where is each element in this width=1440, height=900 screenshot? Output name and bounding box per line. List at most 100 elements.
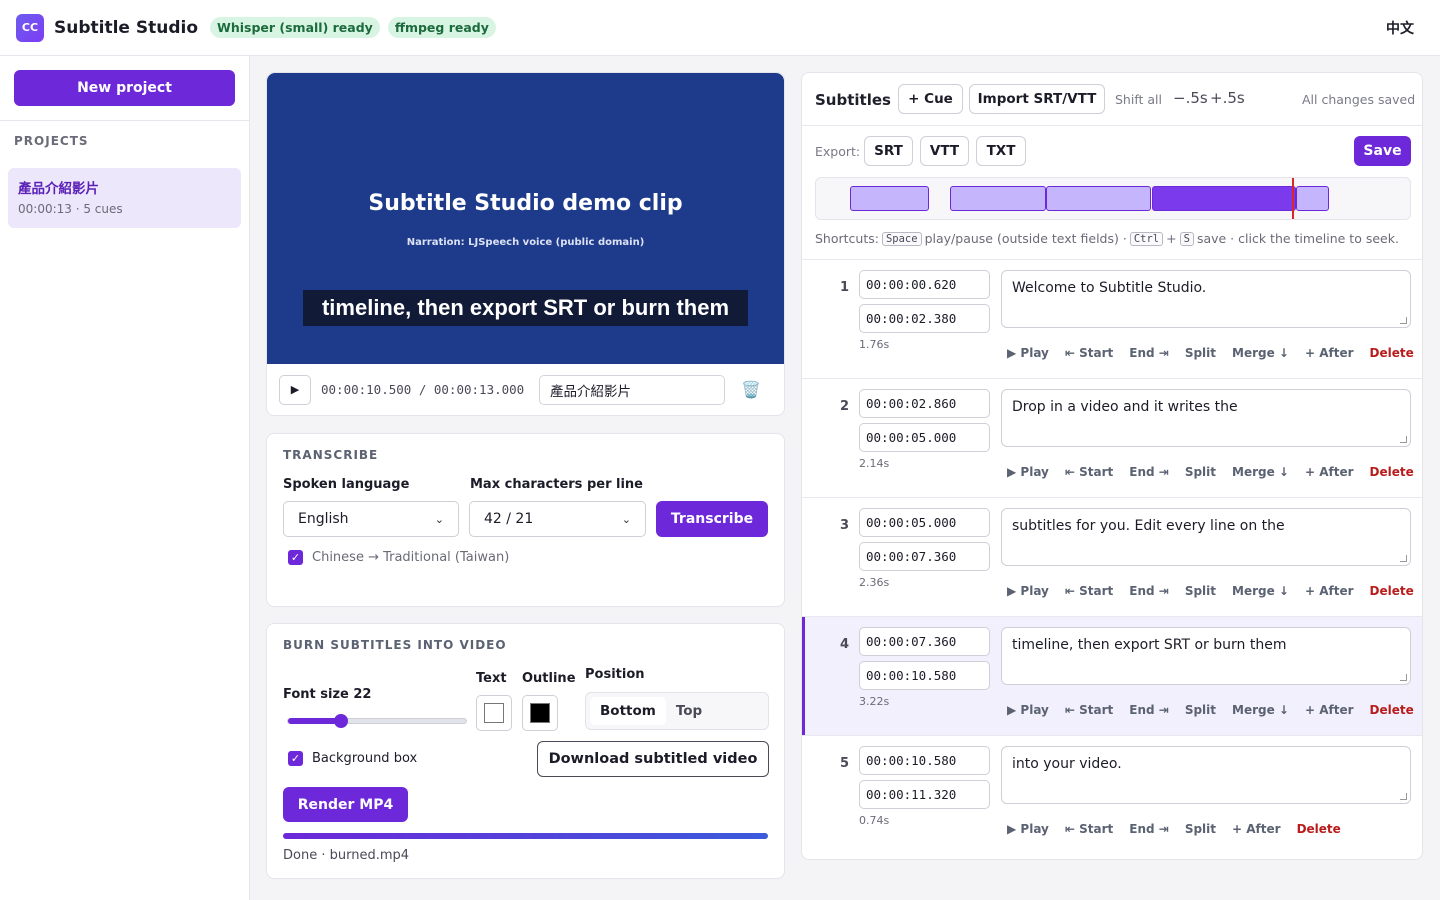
set-end-button[interactable]: End ⇥ bbox=[1129, 346, 1169, 360]
trash-icon[interactable]: 🗑️ bbox=[741, 380, 761, 399]
position-top-option[interactable]: Top bbox=[666, 697, 712, 725]
set-end-button[interactable]: End ⇥ bbox=[1129, 822, 1169, 836]
delete-button[interactable]: Delete bbox=[1370, 346, 1414, 360]
timeline-cue-block[interactable] bbox=[1295, 186, 1329, 211]
position-bottom-option[interactable]: Bottom bbox=[590, 697, 666, 725]
cue-text-input[interactable]: Drop in a video and it writes the bbox=[1001, 389, 1411, 447]
video-player-card: Subtitle Studio demo clip Narration: LJS… bbox=[266, 72, 785, 416]
save-button[interactable]: Save bbox=[1354, 136, 1411, 166]
set-start-button[interactable]: ⇤ Start bbox=[1065, 584, 1113, 598]
delete-button[interactable]: Delete bbox=[1370, 465, 1414, 479]
cue-start-input[interactable]: 00:00:00.620 bbox=[859, 270, 990, 299]
add-after-button[interactable]: + After bbox=[1305, 584, 1354, 598]
cue-text-input[interactable]: Welcome to Subtitle Studio. bbox=[1001, 270, 1411, 328]
export-row: Export: SRT VTT TXT Save bbox=[802, 127, 1422, 177]
add-after-button[interactable]: + After bbox=[1305, 346, 1354, 360]
set-end-button[interactable]: End ⇥ bbox=[1129, 703, 1169, 717]
language-select[interactable]: English ⌄ bbox=[283, 501, 459, 537]
cue-text-input[interactable]: timeline, then export SRT or burn them bbox=[1001, 627, 1411, 685]
merge-down-button[interactable]: Merge ↓ bbox=[1232, 584, 1289, 598]
timeline-playhead[interactable] bbox=[1292, 178, 1295, 219]
traditional-chinese-checkbox[interactable]: ✓ bbox=[288, 550, 303, 565]
slider-handle[interactable] bbox=[334, 714, 349, 728]
project-item[interactable]: 產品介紹影片 00:00:13 · 5 cues bbox=[8, 168, 241, 228]
video-frame[interactable]: Subtitle Studio demo clip Narration: LJS… bbox=[267, 73, 784, 364]
shift-minus-button[interactable]: −.5s bbox=[1173, 89, 1208, 107]
timeline-cue-block[interactable] bbox=[1045, 186, 1152, 211]
add-after-button[interactable]: + After bbox=[1305, 465, 1354, 479]
text-color-picker[interactable] bbox=[476, 695, 512, 731]
set-start-button[interactable]: ⇤ Start bbox=[1065, 346, 1113, 360]
split-button[interactable]: Split bbox=[1185, 465, 1216, 479]
delete-button[interactable]: Delete bbox=[1370, 703, 1414, 717]
add-after-button[interactable]: + After bbox=[1232, 822, 1281, 836]
resize-handle-icon[interactable] bbox=[1400, 317, 1407, 324]
cue-start-input[interactable]: 00:00:02.860 bbox=[859, 389, 990, 418]
timeline-cue-block[interactable] bbox=[950, 186, 1046, 211]
timeline-cue-block[interactable] bbox=[849, 186, 929, 211]
cue-end-input[interactable]: 00:00:10.580 bbox=[859, 661, 990, 690]
project-name-input[interactable] bbox=[539, 374, 725, 405]
cue-text: Drop in a video and it writes the bbox=[1012, 399, 1238, 415]
outline-color-picker[interactable] bbox=[522, 695, 558, 731]
transcribe-button[interactable]: Transcribe bbox=[656, 501, 768, 537]
max-chars-select[interactable]: 42 / 21 ⌄ bbox=[469, 501, 646, 537]
add-after-button[interactable]: + After bbox=[1305, 703, 1354, 717]
export-txt-button[interactable]: TXT bbox=[976, 136, 1026, 166]
play-cue-button[interactable]: ▶ Play bbox=[1007, 703, 1049, 717]
project-meta: 00:00:13 · 5 cues bbox=[18, 202, 123, 216]
set-start-button[interactable]: ⇤ Start bbox=[1065, 822, 1113, 836]
merge-down-button[interactable]: Merge ↓ bbox=[1232, 465, 1289, 479]
split-button[interactable]: Split bbox=[1185, 584, 1216, 598]
export-vtt-button[interactable]: VTT bbox=[920, 136, 969, 166]
play-cue-button[interactable]: ▶ Play bbox=[1007, 584, 1049, 598]
play-cue-button[interactable]: ▶ Play bbox=[1007, 346, 1049, 360]
import-subtitles-button[interactable]: Import SRT/VTT bbox=[969, 84, 1105, 114]
split-button[interactable]: Split bbox=[1185, 703, 1216, 717]
cue-end-input[interactable]: 00:00:05.000 bbox=[859, 423, 990, 452]
cue-start-input[interactable]: 00:00:07.360 bbox=[859, 627, 990, 656]
delete-button[interactable]: Delete bbox=[1370, 584, 1414, 598]
render-mp4-button[interactable]: Render MP4 bbox=[283, 787, 408, 822]
cue-end-input[interactable]: 00:00:11.320 bbox=[859, 780, 990, 809]
new-project-button[interactable]: New project bbox=[14, 70, 235, 106]
space-desc: play/pause (outside text fields) · bbox=[924, 231, 1127, 246]
merge-down-button[interactable]: Merge ↓ bbox=[1232, 346, 1289, 360]
language-toggle[interactable]: 中文 bbox=[1386, 18, 1414, 38]
position-segmented-control: Bottom Top bbox=[585, 692, 769, 730]
resize-handle-icon[interactable] bbox=[1400, 436, 1407, 443]
max-chars-select-value: 42 / 21 bbox=[484, 511, 534, 527]
set-start-button[interactable]: ⇤ Start bbox=[1065, 465, 1113, 479]
cue-start-input[interactable]: 00:00:05.000 bbox=[859, 508, 990, 537]
delete-button[interactable]: Delete bbox=[1297, 822, 1341, 836]
cue-end-input[interactable]: 00:00:02.380 bbox=[859, 304, 990, 333]
split-button[interactable]: Split bbox=[1185, 346, 1216, 360]
resize-handle-icon[interactable] bbox=[1400, 793, 1407, 800]
resize-handle-icon[interactable] bbox=[1400, 555, 1407, 562]
background-box-checkbox[interactable]: ✓ bbox=[288, 751, 303, 766]
cue-row: 3 00:00:05.000 00:00:07.360 2.36s subtitles … bbox=[802, 497, 1422, 616]
shift-plus-button[interactable]: +.5s bbox=[1210, 89, 1245, 107]
resize-handle-icon[interactable] bbox=[1400, 674, 1407, 681]
cue-list: 1 00:00:00.620 00:00:02.380 1.76s Welcome to… bbox=[802, 259, 1422, 854]
cue-text-input[interactable]: into your video. bbox=[1001, 746, 1411, 804]
play-button[interactable]: ▶ bbox=[279, 374, 311, 405]
cue-duration: 2.14s bbox=[859, 457, 890, 470]
set-end-button[interactable]: End ⇥ bbox=[1129, 465, 1169, 479]
font-size-slider[interactable] bbox=[287, 714, 467, 728]
download-video-button[interactable]: Download subtitled video bbox=[537, 741, 769, 777]
add-cue-button[interactable]: + Cue bbox=[898, 84, 963, 114]
play-cue-button[interactable]: ▶ Play bbox=[1007, 822, 1049, 836]
merge-down-button[interactable]: Merge ↓ bbox=[1232, 703, 1289, 717]
cue-end-input[interactable]: 00:00:07.360 bbox=[859, 542, 990, 571]
set-start-button[interactable]: ⇤ Start bbox=[1065, 703, 1113, 717]
cue-number: 2 bbox=[840, 399, 850, 414]
cue-start-input[interactable]: 00:00:10.580 bbox=[859, 746, 990, 775]
play-cue-button[interactable]: ▶ Play bbox=[1007, 465, 1049, 479]
cue-text-input[interactable]: subtitles for you. Edit every line on th… bbox=[1001, 508, 1411, 566]
set-end-button[interactable]: End ⇥ bbox=[1129, 584, 1169, 598]
timeline-cue-block[interactable] bbox=[1151, 186, 1296, 211]
export-srt-button[interactable]: SRT bbox=[864, 136, 913, 166]
timeline[interactable] bbox=[815, 177, 1411, 220]
split-button[interactable]: Split bbox=[1185, 822, 1216, 836]
